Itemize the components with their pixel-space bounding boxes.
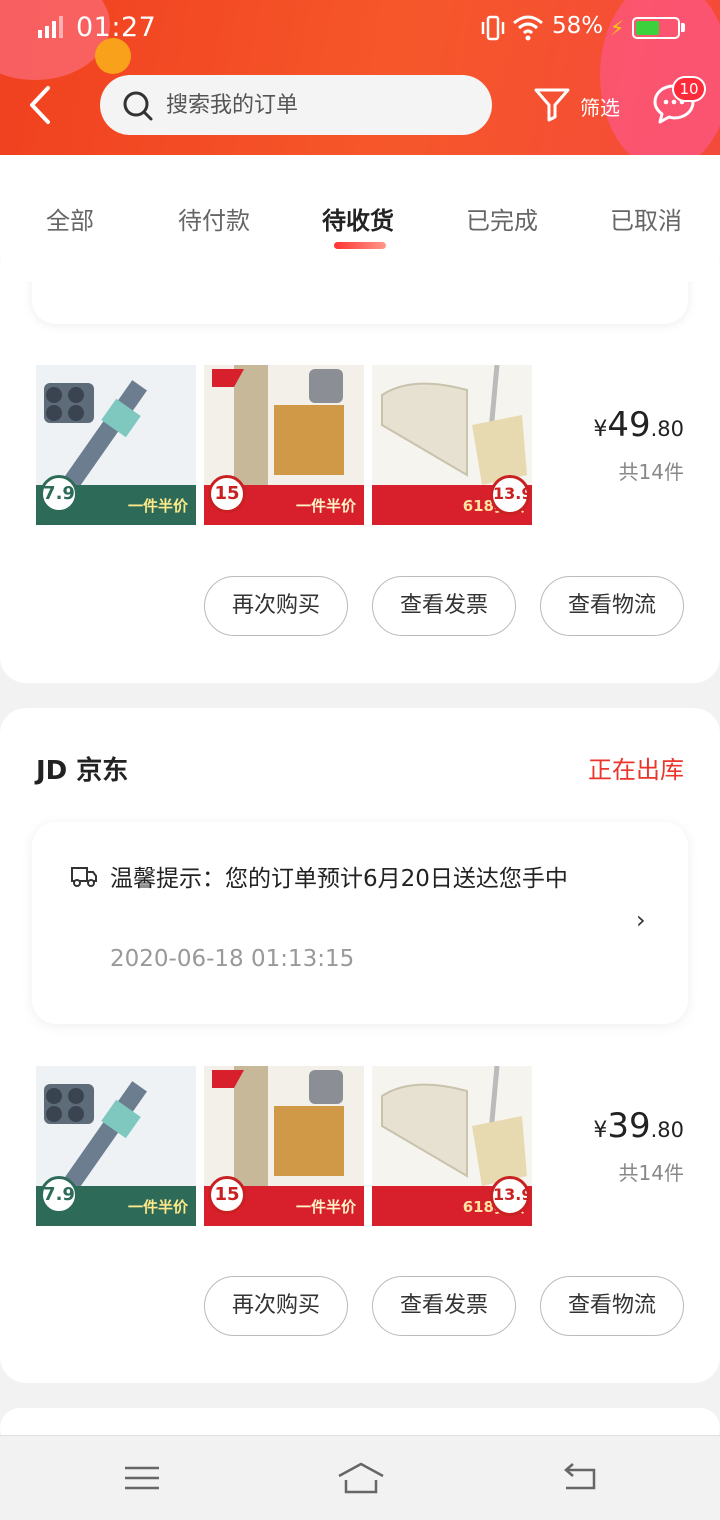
search-icon (123, 91, 153, 121)
buy-again-button[interactable]: 再次购买 (204, 1276, 348, 1336)
tab-cancelled[interactable]: 已取消 (610, 201, 682, 236)
active-tab-indicator (334, 242, 386, 249)
order-card: 一件半价 7.9 一件半价 15 618狂欢 13.9 (0, 240, 720, 683)
home-icon[interactable] (336, 1460, 386, 1496)
battery-percent: 58% (552, 13, 604, 39)
truck-icon (71, 867, 97, 887)
search-input[interactable] (166, 75, 476, 135)
price-decimal: .80 (650, 417, 684, 441)
return-icon[interactable] (560, 1460, 600, 1496)
view-logistics-button[interactable]: 查看物流 (540, 1276, 684, 1336)
delivery-tip-text: 温馨提示：您的订单预计6月20日送达您手中 (110, 866, 568, 892)
order-status: 正在出库 (588, 756, 684, 784)
buy-again-button[interactable]: 再次购买 (204, 576, 348, 636)
battery-level (636, 21, 659, 35)
order-card: JD 京东 正在出库 温馨提示：您的订单预计6月20日送达您手中 2020-06… (0, 708, 720, 1383)
product-thumbnail[interactable]: 618狂欢 13.9 (372, 365, 532, 525)
view-invoice-button[interactable]: 查看发票 (372, 1276, 516, 1336)
thumbnail-price-badge: 7.9 (40, 475, 78, 513)
shop-name[interactable]: JD 京东 (36, 750, 128, 787)
product-thumbnail[interactable]: 一件半价 7.9 (36, 365, 196, 525)
price-integer: 49 (607, 405, 651, 445)
order-price: ¥39.80 (593, 1106, 684, 1146)
thumbnail-price-badge: 15 (208, 1176, 246, 1214)
signal-bars-icon (38, 16, 63, 38)
tab-all[interactable]: 全部 (46, 201, 94, 236)
price-decimal: .80 (650, 1118, 684, 1142)
thumbnail-price-badge: 15 (208, 475, 246, 513)
view-logistics-button[interactable]: 查看物流 (540, 576, 684, 636)
top-header: 01:27 58% ⚡ 筛选 (0, 0, 720, 155)
item-count: 共14件 (618, 1161, 684, 1185)
order-price: ¥49.80 (593, 405, 684, 445)
charging-icon: ⚡ (610, 16, 625, 40)
delivery-tip-time: 2020-06-18 01:13:15 (110, 946, 355, 972)
wifi-icon (513, 15, 543, 41)
system-nav-bar (0, 1435, 720, 1520)
thumbnail-price-badge: 13.9 (490, 475, 532, 515)
item-count: 共14件 (618, 460, 684, 484)
delivery-tip-box[interactable]: 温馨提示：您的订单预计6月20日送达您手中 2020-06-18 01:13:1… (32, 822, 688, 1024)
menu-icon[interactable] (122, 1460, 162, 1496)
tab-completed[interactable]: 已完成 (466, 201, 538, 236)
currency-symbol: ¥ (593, 1118, 608, 1143)
message-badge: 10 (672, 76, 706, 102)
product-thumbnail[interactable]: 一件半价 15 (204, 1066, 364, 1226)
search-bar[interactable] (100, 75, 492, 135)
filter-icon (534, 88, 570, 122)
battery-icon (632, 17, 680, 39)
filter-button[interactable]: 筛选 (532, 84, 624, 128)
status-bar: 01:27 58% ⚡ (0, 0, 720, 58)
price-integer: 39 (607, 1106, 651, 1146)
thumbnail-price-badge: 7.9 (40, 1176, 78, 1214)
tab-pending-receipt[interactable]: 待收货 (322, 201, 394, 236)
back-button[interactable] (24, 82, 60, 128)
view-invoice-button[interactable]: 查看发票 (372, 576, 516, 636)
tab-pending-payment[interactable]: 待付款 (178, 201, 250, 236)
vibrate-icon (481, 15, 505, 41)
product-thumbnail[interactable]: 618狂欢 13.9 (372, 1066, 532, 1226)
product-thumbnail[interactable]: 一件半价 15 (204, 365, 364, 525)
status-time: 01:27 (76, 12, 157, 43)
battery-cap (681, 23, 685, 32)
filter-label: 筛选 (580, 96, 620, 120)
currency-symbol: ¥ (593, 417, 608, 442)
chevron-right-icon: › (636, 906, 646, 934)
order-tabs: 全部 待付款 待收货 已完成 已取消 (0, 155, 720, 281)
thumbnail-price-badge: 13.9 (490, 1176, 532, 1216)
product-thumbnail[interactable]: 一件半价 7.9 (36, 1066, 196, 1226)
